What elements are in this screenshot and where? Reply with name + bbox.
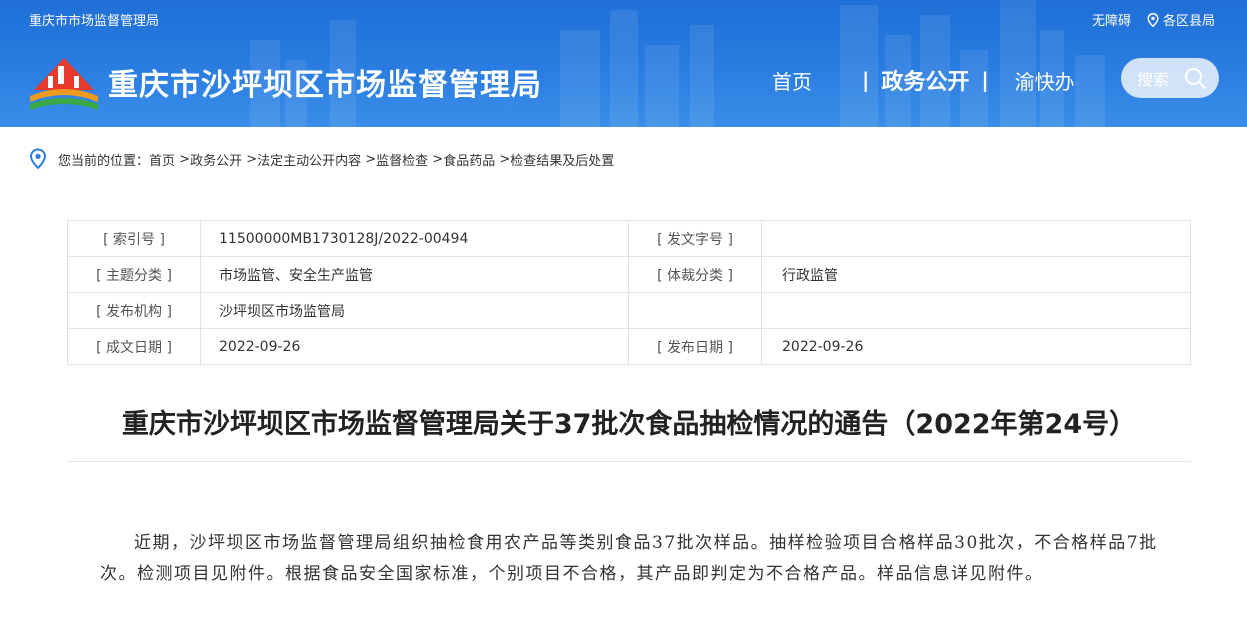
breadcrumb-separator: > — [175, 151, 191, 167]
breadcrumb-item-statutory[interactable]: 法定主动公开内容 — [257, 150, 361, 169]
breadcrumb-separator: > — [428, 151, 444, 167]
published-date-value: 2022-09-26 — [761, 328, 1191, 365]
districts-label: 各区县局 — [1162, 14, 1215, 29]
table-row: [ 索引号 ] 11500000MB1730128J/2022-00494 [ … — [67, 220, 1191, 257]
nav-item-gov-affairs[interactable]: 政务公开 — [871, 64, 979, 96]
districts-link[interactable]: 各区县局 — [1147, 10, 1215, 29]
genre-value: 行政监管 — [761, 256, 1191, 293]
genre-label: [ 体裁分类 ] — [628, 256, 762, 293]
created-date-value: 2022-09-26 — [200, 328, 629, 365]
divider — [67, 461, 1191, 462]
table-row: [ 发布机构 ] 沙坪坝区市场监管局 — [67, 292, 1191, 329]
empty-cell — [761, 292, 1191, 329]
bureau-logo-icon[interactable] — [28, 52, 100, 114]
location-pin-icon — [29, 148, 47, 170]
breadcrumb-item-inspection[interactable]: 监督检查 — [376, 150, 428, 169]
table-row: [ 成文日期 ] 2022-09-26 [ 发布日期 ] 2022-09-26 — [67, 328, 1191, 365]
empty-cell — [628, 292, 762, 329]
nav-separator: | — [862, 68, 870, 92]
breadcrumb-item-gov-affairs[interactable]: 政务公开 — [190, 150, 242, 169]
article-title: 重庆市沙坪坝区市场监督管理局关于37批次食品抽检情况的通告（2022年第24号） — [121, 409, 1137, 440]
index-value: 11500000MB1730128J/2022-00494 — [200, 220, 629, 257]
breadcrumb-item-results[interactable]: 检查结果及后处置 — [510, 150, 614, 169]
publisher-label: [ 发布机构 ] — [67, 292, 201, 329]
topbar-links: 无障碍 各区县局 — [1092, 10, 1215, 29]
index-label: [ 索引号 ] — [67, 220, 201, 257]
topic-value: 市场监管、安全生产监管 — [200, 256, 629, 293]
main-nav: 首页 | 政务公开 | 渝快办 — [762, 64, 1085, 96]
breadcrumb-separator: > — [495, 151, 511, 167]
published-date-label: [ 发布日期 ] — [628, 328, 762, 365]
breadcrumb-separator: > — [242, 151, 258, 167]
location-pin-icon — [1147, 12, 1159, 27]
search-button[interactable]: 搜索 — [1121, 58, 1219, 98]
created-date-label: [ 成文日期 ] — [67, 328, 201, 365]
doc-number-value — [761, 220, 1191, 257]
topic-label: [ 主题分类 ] — [67, 256, 201, 293]
search-label: 搜索 — [1137, 70, 1170, 89]
search-icon — [1185, 68, 1207, 90]
breadcrumb: 您当前的位置： 首页 > 政务公开 > 法定主动公开内容 > 监督检查 > 食品… — [28, 148, 614, 170]
article-body: 近期，沙坪坝区市场监督管理局组织抽检食用农产品等类别食品37批次样品。抽样检验项… — [100, 533, 1158, 584]
site-header: 重庆市市场监督管理局 无障碍 各区县局 重庆市沙坪坝区市场监督管理局 首页 | … — [0, 0, 1247, 127]
nav-separator: | — [981, 68, 989, 92]
table-row: [ 主题分类 ] 市场监管、安全生产监管 [ 体裁分类 ] 行政监管 — [67, 256, 1191, 293]
nav-item-home[interactable]: 首页 — [762, 66, 822, 95]
doc-number-label: [ 发文字号 ] — [628, 220, 762, 257]
site-title[interactable]: 重庆市沙坪坝区市场监督管理局 — [108, 60, 542, 104]
breadcrumb-item-food-drug[interactable]: 食品药品 — [443, 150, 495, 169]
publisher-value: 沙坪坝区市场监管局 — [200, 292, 629, 329]
accessibility-link[interactable]: 无障碍 — [1092, 10, 1131, 29]
nav-item-yukuaiban[interactable]: 渝快办 — [1005, 66, 1085, 95]
breadcrumb-item-home[interactable]: 首页 — [149, 150, 175, 169]
parent-site-link[interactable]: 重庆市市场监督管理局 — [29, 10, 159, 29]
document-info-table: [ 索引号 ] 11500000MB1730128J/2022-00494 [ … — [67, 220, 1191, 365]
breadcrumb-separator: > — [361, 151, 377, 167]
breadcrumb-prefix: 您当前的位置： — [58, 153, 150, 169]
